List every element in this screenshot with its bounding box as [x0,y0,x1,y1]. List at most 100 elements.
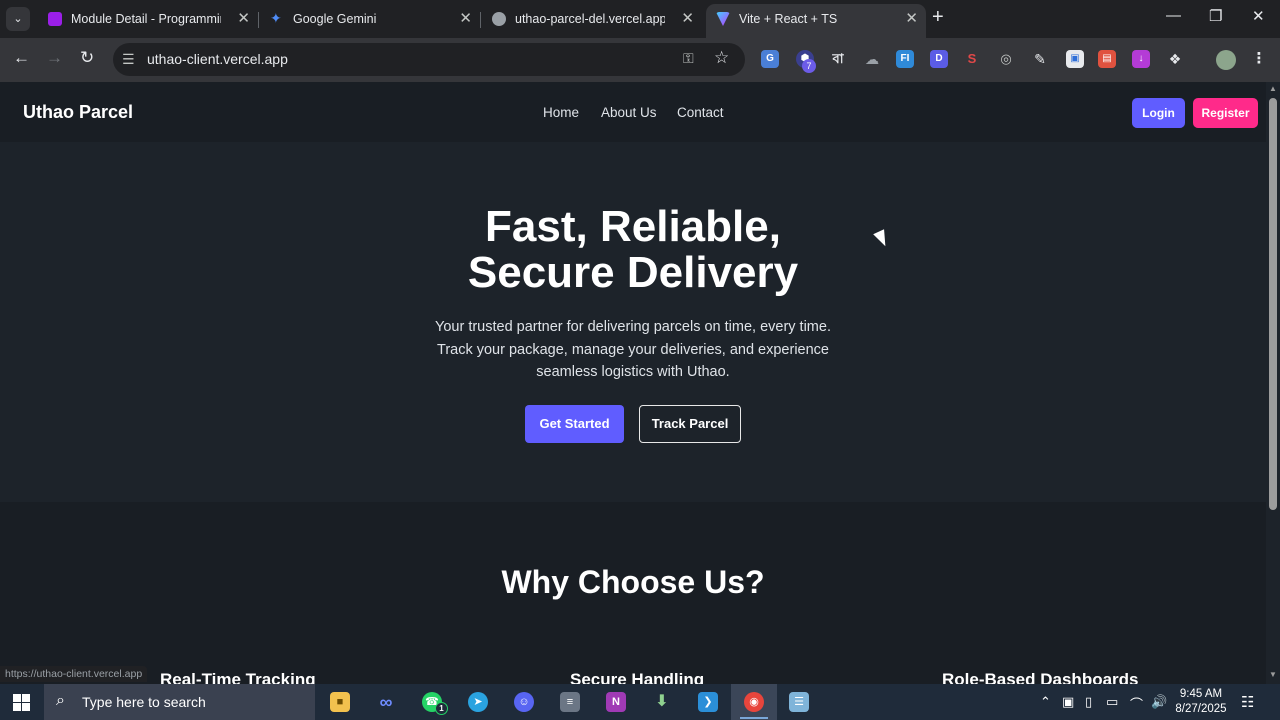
d-extension-icon[interactable]: D [930,50,948,68]
site-navbar: Uthao Parcel Home About Us Contact Login… [0,82,1266,142]
globe-icon [492,12,506,26]
forward-arrow-icon[interactable]: → [46,48,63,68]
tab-google-gemini[interactable]: ✦ Google Gemini ✕ [260,4,480,34]
back-arrow-icon[interactable]: ← [13,48,30,68]
tab-vite-react-ts[interactable]: Vite + React + TS ✕ [706,4,926,38]
tab-title: Google Gemini [293,12,377,26]
close-tab-icon[interactable]: ✕ [905,9,918,27]
download-extension-icon[interactable]: ↓ [1132,50,1150,68]
login-button[interactable]: Login [1132,98,1185,128]
windows-taskbar: ⌕ Type here to search ■ ∞ ☎ 1 ➤ ☺ ≡ N ⬇ … [0,684,1280,720]
browser-tab-strip: ⌄ Module Detail - Programming Hero ✕ ✦ G… [0,0,1280,38]
gemini-icon: ✦ [270,10,282,26]
tab-module-detail[interactable]: Module Detail - Programming Hero ✕ [38,4,258,34]
tab-separator [258,12,259,28]
restore-icon[interactable]: ❐ [1209,7,1222,25]
site-settings-icon[interactable]: ☰ [122,51,135,68]
calculator-icon[interactable]: ≡ [560,692,580,712]
tab-title: Module Detail - Programming Hero [71,12,221,26]
hero-subtitle-line: Your trusted partner for delivering parc… [435,319,831,335]
windows-start-icon[interactable] [13,694,30,711]
track-parcel-button[interactable]: Track Parcel [639,405,741,443]
telegram-icon[interactable]: ➤ [468,692,488,712]
close-tab-icon[interactable]: ✕ [237,9,250,27]
file-explorer-icon[interactable]: ■ [330,692,350,712]
s-extension-icon[interactable]: S [963,50,981,68]
extensions-puzzle-icon[interactable]: ❖ [1166,50,1184,68]
extension-badge: 7 [802,59,816,73]
link-status-url: https://uthao-client.vercel.app [0,666,148,682]
why-choose-section: Why Choose Us? Real-Time Tracking Secure… [0,502,1266,684]
scroll-down-icon[interactable]: ▼ [1269,670,1277,679]
shop-extension-icon[interactable]: ▤ [1098,50,1116,68]
why-choose-title: Why Choose Us? [501,564,765,600]
scroll-up-icon[interactable]: ▲ [1269,84,1277,93]
programming-hero-icon [48,12,62,26]
notification-center-icon[interactable]: ☷ [1241,693,1254,711]
taskbar-clock[interactable]: 9:45 AM 8/27/2025 [1168,687,1234,717]
tray-battery-icon[interactable]: ▭ [1106,694,1118,710]
close-tab-icon[interactable]: ✕ [681,9,694,27]
hero-title-line: Secure Delivery [467,248,799,297]
tab-separator [480,12,481,28]
clock-time: 9:45 AM [1179,688,1223,700]
nav-link-home[interactable]: Home [543,105,579,120]
tray-wifi-icon[interactable]: ⌒ [1130,694,1143,713]
web-page: Uthao Parcel Home About Us Contact Login… [0,82,1266,684]
vpn-extension-icon[interactable]: ◎ [997,50,1015,68]
site-brand[interactable]: Uthao Parcel [23,102,133,123]
nav-link-contact[interactable]: Contact [677,105,724,120]
fi-extension-icon[interactable]: FI [896,50,914,68]
page-scrollbar[interactable]: ▲ ▼ [1266,82,1280,684]
tab-uthao-parcel-del[interactable]: uthao-parcel-del.vercel.app ✕ [482,4,702,34]
discord-icon[interactable]: ☺ [514,692,534,712]
tray-chevron-icon[interactable]: ⌃ [1040,694,1051,710]
clock-date: 8/27/2025 [1175,703,1227,715]
register-button[interactable]: Register [1193,98,1258,128]
bookmark-star-icon[interactable]: ☆ [714,48,729,68]
tab-search-chevron-icon[interactable]: ⌄ [6,7,30,31]
hero-title: Fast, Reliable, Secure Delivery [383,204,883,296]
eyedropper-icon[interactable]: ✎ [1031,50,1049,68]
vscode-icon[interactable]: ❯ [698,692,718,712]
tray-meet-icon[interactable]: ▣ [1062,694,1074,710]
browser-toolbar: ← → ↻ ☰ uthao-client.vercel.app ⚿ ☆ G ⬢ … [0,38,1280,82]
hero-section: Fast, Reliable, Secure Delivery Your tru… [0,142,1266,502]
hero-title-line: Fast, Reliable, [485,202,781,251]
address-url[interactable]: uthao-client.vercel.app [147,51,288,67]
nav-link-about[interactable]: About Us [601,105,657,120]
tray-microphone-icon[interactable]: ▯ [1085,694,1092,710]
onenote-icon[interactable]: N [606,692,626,712]
browser-menu-icon[interactable]: ⋮ [1250,50,1268,68]
cloud-extension-icon[interactable]: ☁ [863,50,881,68]
address-bar[interactable]: ☰ uthao-client.vercel.app ⚿ ☆ [113,43,745,76]
installer-icon[interactable]: ⬇ [652,692,672,712]
window-extension-icon[interactable]: ▣ [1066,50,1084,68]
hero-subtitle-line: seamless logistics with Uthao. [536,364,730,380]
translate-extension-icon[interactable]: G [761,50,779,68]
tray-volume-icon[interactable]: 🔊 [1151,694,1167,710]
get-started-button[interactable]: Get Started [525,405,624,443]
hero-subtitle: Your trusted partner for delivering parc… [383,316,883,384]
new-tab-plus-icon[interactable]: + [932,6,944,29]
reload-icon[interactable]: ↻ [80,48,94,68]
minimize-icon[interactable]: — [1166,7,1181,24]
notepad-icon[interactable]: ☰ [789,692,809,712]
hero-subtitle-line: Track your package, manage your deliveri… [437,341,829,358]
tab-title: Vite + React + TS [739,12,838,26]
feature-title-dashboards: Role-Based Dashboards [942,670,1139,684]
close-window-icon[interactable]: ✕ [1252,7,1265,25]
whatsapp-badge: 1 [435,702,448,715]
close-tab-icon[interactable]: ✕ [459,9,472,27]
taskbar-search-box[interactable]: ⌕ Type here to search [44,684,315,720]
tab-title: uthao-parcel-del.vercel.app [515,12,665,26]
vite-icon [716,12,730,26]
scrollbar-thumb[interactable] [1269,98,1277,510]
profile-avatar[interactable] [1216,50,1236,70]
chrome-icon[interactable]: ◉ [744,692,764,712]
password-key-icon[interactable]: ⚿ [683,50,694,67]
bangla-extension-icon[interactable]: বা [829,50,847,68]
search-icon: ⌕ [56,692,65,709]
search-placeholder: Type here to search [82,694,206,710]
visual-studio-icon[interactable]: ∞ [376,692,396,712]
